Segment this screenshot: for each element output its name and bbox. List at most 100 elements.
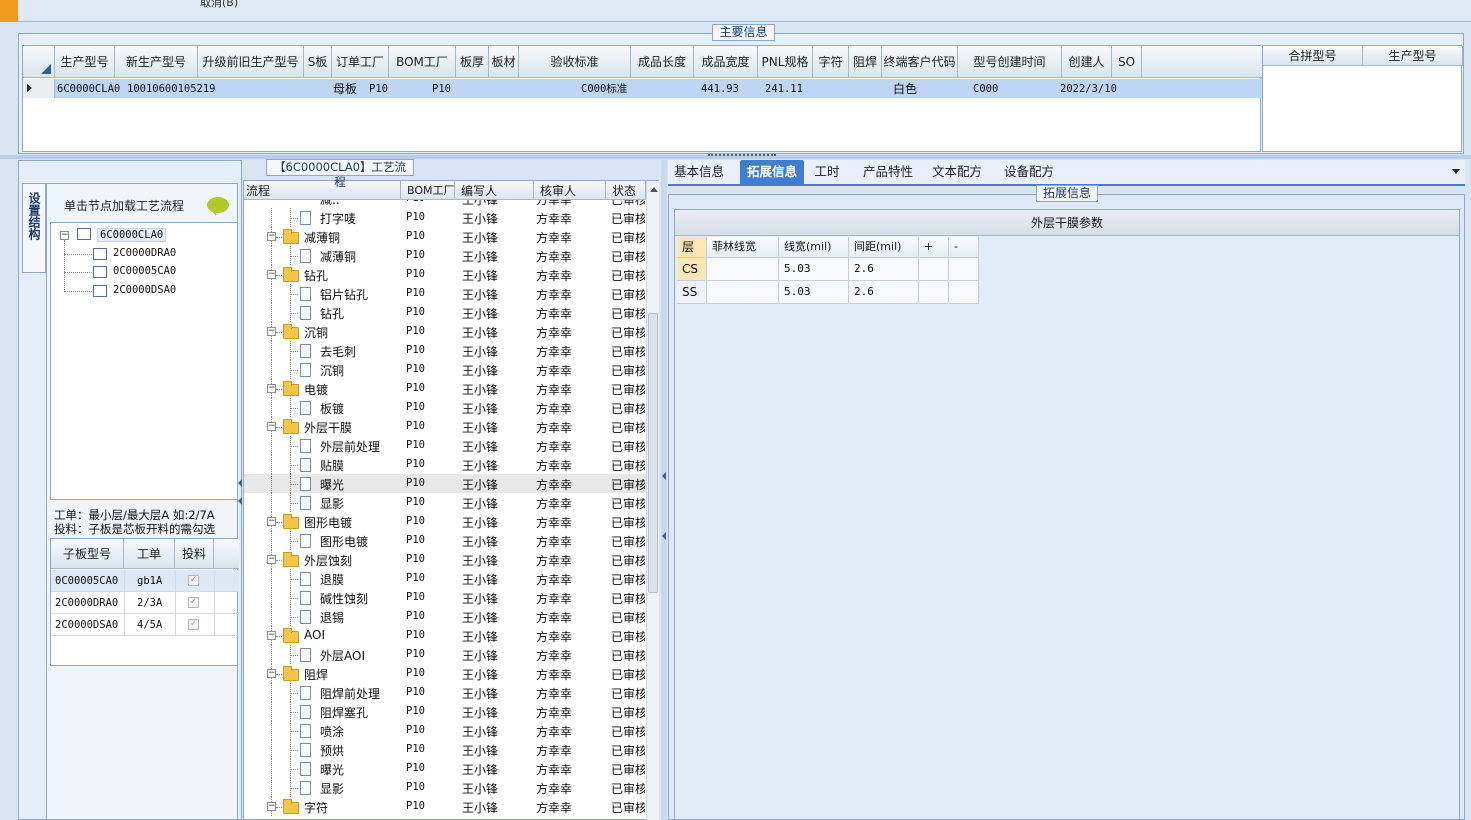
table-cell[interactable]: 10010600105219: [127, 79, 217, 98]
flow-row[interactable]: 贴膜 P10 王小锋 方幸幸 已审核: [244, 455, 646, 474]
table-cell[interactable]: C000标准: [581, 79, 671, 98]
column-header[interactable]: SO: [1112, 46, 1142, 78]
flow-row[interactable]: − 字符 P10 王小锋 方幸幸 已审核: [244, 797, 646, 816]
table-cell[interactable]: C000: [973, 79, 1033, 98]
column-header[interactable]: BOM工厂: [389, 46, 456, 78]
table-cell[interactable]: 母板: [333, 79, 363, 98]
sub-model-cell[interactable]: 0C00005CA0: [55, 575, 118, 587]
column-header[interactable]: 验收标准: [519, 46, 631, 78]
flow-row[interactable]: 阻焊前处理 P10 王小锋 方幸幸 已审核: [244, 683, 646, 702]
flow-row[interactable]: 板镀 P10 王小锋 方幸幸 已审核: [244, 398, 646, 417]
grid-corner[interactable]: [23, 46, 55, 78]
flow-row[interactable]: − 外层蚀刻 P10 王小锋 方幸幸 已审核: [244, 550, 646, 569]
flow-row[interactable]: 铝片钻孔 P10 王小锋 方幸幸 已审核: [244, 284, 646, 303]
column-header[interactable]: 型号创建时间: [958, 46, 1062, 78]
flow-row[interactable]: 显影 P10 王小锋 方幸幸 已审核: [244, 778, 646, 797]
flow-row[interactable]: − 图形电镀 P10 王小锋 方幸幸 已审核: [244, 512, 646, 531]
feed-checkbox[interactable]: ✓: [188, 619, 199, 630]
flow-row[interactable]: 预烘 P10 王小锋 方幸幸 已审核: [244, 740, 646, 759]
ext-column-header[interactable]: 间距(mil): [849, 237, 919, 258]
table-cell[interactable]: P10: [369, 79, 409, 98]
tab-2[interactable]: 工时: [812, 160, 842, 184]
merge-col-header[interactable]: 合拼型号: [1263, 46, 1363, 66]
tree-node[interactable]: 2C0000DRA0: [113, 247, 176, 259]
flow-column-header[interactable]: 状态: [606, 181, 646, 200]
flow-row[interactable]: − 阻焊 P10 王小锋 方幸幸 已审核: [244, 664, 646, 683]
feed-checkbox[interactable]: ✓: [188, 575, 199, 586]
splitter-grip-icon[interactable]: [708, 154, 776, 159]
ext-cell[interactable]: CS: [677, 258, 707, 281]
flow-row[interactable]: 阻焊塞孔 P10 王小锋 方幸幸 已审核: [244, 702, 646, 721]
table-cell[interactable]: 6C0000CLA0: [57, 79, 127, 98]
main-info-grid[interactable]: 生产型号 新生产型号 升级前旧生产型号 S板 订单工厂 BOM工厂 板厚 板材 验收标准 成品长度…: [22, 45, 1262, 152]
flow-row[interactable]: 减薄铜 P10 王小锋 方幸幸 已审核: [244, 246, 646, 265]
column-header[interactable]: 生产型号: [55, 46, 115, 78]
flow-row[interactable]: 外层前处理 P10 王小锋 方幸幸 已审核: [244, 436, 646, 455]
column-header[interactable]: 阻焊: [849, 46, 882, 78]
flow-row[interactable]: − 外层干膜 P10 王小锋 方幸幸 已审核: [244, 417, 646, 436]
flow-row[interactable]: 曝光 P10 王小锋 方幸幸 已审核: [244, 759, 646, 778]
column-header[interactable]: 板厚: [456, 46, 489, 78]
expand-toggle[interactable]: −: [267, 327, 276, 336]
ext-cell[interactable]: 5.03: [779, 281, 849, 304]
table-cell[interactable]: 241.11: [765, 79, 825, 98]
flow-column-header[interactable]: BOM工厂: [401, 181, 455, 200]
ext-grid[interactable]: 层菲林线宽 线宽(mil) 间距(mil) + - CS 5.03 2.6 SS 5.03 2.6: [677, 237, 979, 304]
table-cell[interactable]: 2022/3/10: [1060, 79, 1140, 98]
column-header[interactable]: 升级前旧生产型号: [198, 46, 304, 78]
tree-node[interactable]: 2C0000DSA0: [113, 284, 176, 296]
sub-board-row[interactable]: 2C0000DSA0 4/5A ✓: [51, 614, 239, 636]
column-header[interactable]: 板材: [489, 46, 519, 78]
flow-row-partial[interactable]: 减.. P10 王小锋 方幸幸 已审核: [244, 200, 646, 208]
flow-row[interactable]: − 沉铜 P10 王小锋 方幸幸 已审核: [244, 322, 646, 341]
feed-checkbox[interactable]: ✓: [188, 597, 199, 608]
flow-row[interactable]: 喷涂 P10 王小锋 方幸幸 已审核: [244, 721, 646, 740]
tab-4[interactable]: 文本配方: [926, 160, 988, 184]
row-selector[interactable]: [23, 79, 55, 98]
column-header[interactable]: 字符: [813, 46, 849, 78]
tree-node[interactable]: 0C00005CA0: [113, 265, 176, 277]
sub-model-cell[interactable]: 2C0000DRA0: [55, 597, 118, 609]
expand-toggle[interactable]: −: [267, 270, 276, 279]
ext-cell[interactable]: [949, 258, 979, 281]
flow-row[interactable]: 图形电镀 P10 王小锋 方幸幸 已审核: [244, 531, 646, 550]
column-header[interactable]: 成品宽度: [694, 46, 758, 78]
expand-toggle[interactable]: −: [267, 669, 276, 678]
sub-order-cell[interactable]: 4/5A: [137, 619, 162, 631]
tab-5[interactable]: 设备配方: [998, 160, 1060, 184]
left-collapse-icon[interactable]: [238, 475, 242, 505]
table-row[interactable]: 6C0000CLA0 10010600105219 母板 P10 P10 C000标准 44…: [23, 79, 1262, 98]
column-header[interactable]: 创建人: [1062, 46, 1112, 78]
expand-toggle[interactable]: −: [267, 384, 276, 393]
column-header[interactable]: 成品长度: [631, 46, 694, 78]
tab-1[interactable]: 拓展信息: [740, 160, 804, 184]
tab-structure[interactable]: 设置结构: [22, 183, 46, 273]
ext-cell[interactable]: SS: [677, 281, 707, 304]
expand-toggle[interactable]: −: [267, 232, 276, 241]
col-order[interactable]: 工单: [124, 539, 175, 569]
scroll-thumb[interactable]: [648, 313, 658, 593]
sub-order-cell[interactable]: gb1A: [137, 575, 162, 587]
column-header[interactable]: S板: [304, 46, 332, 78]
flow-column-header[interactable]: 流程: [244, 181, 401, 200]
flow-row[interactable]: 去毛刺 P10 王小锋 方幸幸 已审核: [244, 341, 646, 360]
expand-toggle[interactable]: −: [267, 422, 276, 431]
ext-cell[interactable]: [919, 258, 949, 281]
flow-row[interactable]: 退锡 P10 王小锋 方幸幸 已审核: [244, 607, 646, 626]
ext-cell[interactable]: [919, 281, 949, 304]
expand-toggle[interactable]: −: [267, 631, 276, 640]
flow-row[interactable]: 外层AOI P10 王小锋 方幸幸 已审核: [244, 645, 646, 664]
flow-row[interactable]: 显影 P10 王小锋 方幸幸 已审核: [244, 493, 646, 512]
ext-cell[interactable]: [707, 258, 779, 281]
flow-row[interactable]: − 减薄铜 P10 王小锋 方幸幸 已审核: [244, 227, 646, 246]
flow-row[interactable]: 碱性蚀刻 P10 王小锋 方幸幸 已审核: [244, 588, 646, 607]
ext-column-header[interactable]: 菲林线宽: [707, 237, 779, 258]
expand-toggle[interactable]: −: [267, 555, 276, 564]
flow-row[interactable]: 退膜 P10 王小锋 方幸幸 已审核: [244, 569, 646, 588]
flow-grid[interactable]: 流程BOM工厂编写人核审人状态 减..P10王小锋方幸幸已审核打字唛P10王小锋…: [243, 180, 659, 820]
column-header[interactable]: 订单工厂: [332, 46, 389, 78]
flow-row[interactable]: − AOI P10 王小锋 方幸幸 已审核: [244, 626, 646, 645]
ext-cell[interactable]: 2.6: [849, 258, 919, 281]
ext-cell[interactable]: 2.6: [849, 281, 919, 304]
column-header[interactable]: PNL规格: [758, 46, 813, 78]
